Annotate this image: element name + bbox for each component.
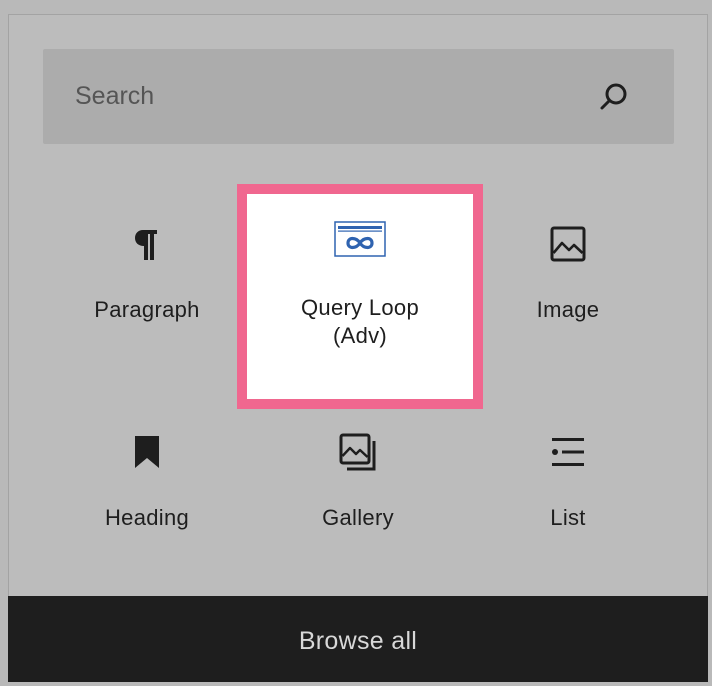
block-gallery[interactable]: Gallery <box>253 394 463 594</box>
block-query-loop-adv[interactable]: Query Loop (Adv) <box>237 184 483 409</box>
block-paragraph[interactable]: Paragraph <box>42 186 252 386</box>
block-image[interactable]: Image <box>463 186 673 386</box>
paragraph-icon <box>135 230 157 260</box>
search-bar <box>43 49 674 144</box>
block-label: Heading <box>104 505 190 530</box>
block-list[interactable]: List <box>463 394 673 594</box>
block-label: Gallery <box>322 505 394 530</box>
block-label: Paragraph <box>94 297 200 322</box>
query-loop-icon <box>334 221 386 257</box>
browse-all-button[interactable]: Browse all <box>8 596 708 682</box>
gallery-icon <box>339 433 376 471</box>
bookmark-icon <box>135 436 159 468</box>
block-label: Query Loop (Adv) <box>301 295 419 348</box>
list-icon <box>552 438 584 466</box>
search-input[interactable] <box>43 49 583 144</box>
block-label: Image <box>536 297 600 322</box>
search-icon[interactable] <box>598 81 630 113</box>
image-icon <box>550 226 586 262</box>
block-label: List <box>550 505 586 530</box>
block-heading[interactable]: Heading <box>42 394 252 594</box>
